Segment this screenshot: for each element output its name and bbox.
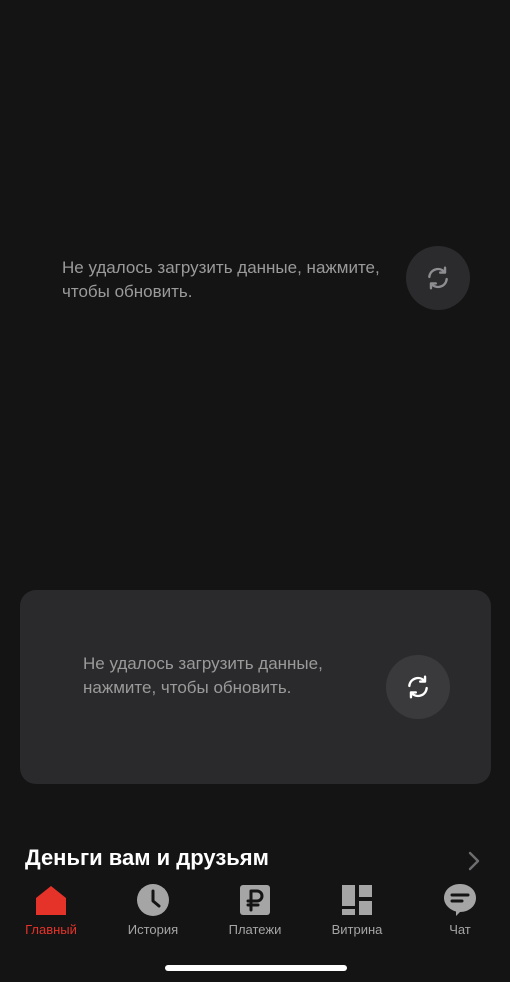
home-icon (36, 886, 66, 915)
card-refresh-button[interactable] (386, 655, 450, 719)
tab-home[interactable]: Главный (1, 878, 101, 944)
clock-icon (137, 884, 169, 916)
tab-label: Витрина (331, 922, 383, 937)
chevron-right-icon[interactable] (465, 850, 483, 872)
tab-history[interactable]: История (103, 878, 203, 944)
refresh-icon (408, 675, 428, 699)
chat-icon (444, 884, 476, 916)
top-refresh-button[interactable] (406, 246, 470, 310)
tab-chat[interactable]: Чат (410, 878, 510, 944)
showcase-icon (342, 885, 372, 915)
home-indicator[interactable] (165, 965, 347, 971)
tab-showcase[interactable]: Витрина (307, 878, 407, 944)
tab-label: Главный (25, 922, 77, 937)
ruble-icon (240, 885, 270, 915)
section-title: Деньги вам и друзьям (25, 845, 269, 870)
tab-payments[interactable]: Платежи (205, 878, 305, 944)
card-error-message: Не удалось загрузить данные, нажмите, чт… (83, 654, 323, 697)
refresh-icon (428, 266, 448, 290)
tab-label: Платежи (228, 922, 282, 937)
error-card[interactable]: Не удалось загрузить данные, нажмите, чт… (20, 590, 491, 784)
tab-label: История (127, 922, 179, 937)
top-error-message: Не удалось загрузить данные, нажмите, чт… (62, 258, 380, 301)
tab-label: Чат (449, 922, 471, 937)
tab-bar: Главный История Платежи Витрина Чат (0, 878, 510, 948)
top-error-block[interactable]: Не удалось загрузить данные, нажмите, чт… (62, 246, 470, 310)
